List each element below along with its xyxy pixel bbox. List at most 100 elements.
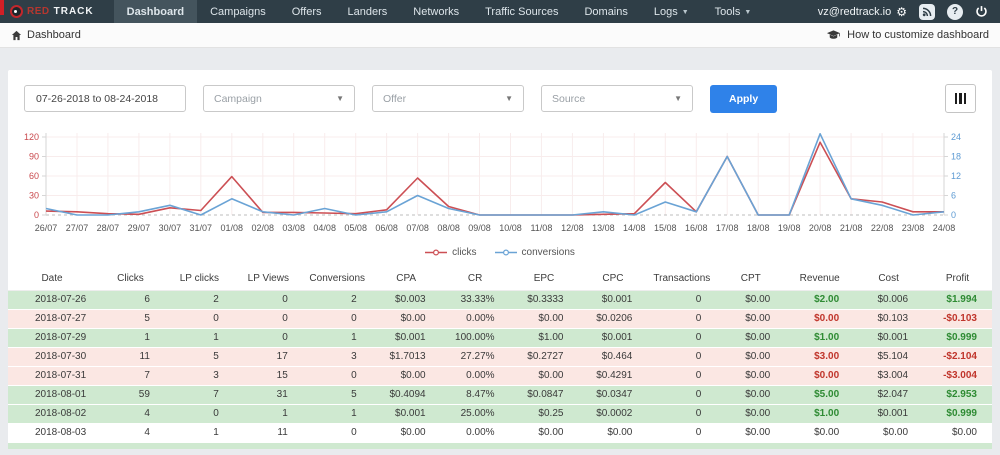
legend-marker-icon: [425, 249, 448, 256]
cell-revenue: $0.00: [814, 370, 840, 381]
cell-date: 2018-07-27: [35, 313, 87, 324]
nav-item-offers[interactable]: Offers: [279, 0, 335, 23]
cell-revenue: $3.00: [814, 351, 840, 362]
cell-cpc: $0.0206: [596, 313, 633, 324]
column-header-cr[interactable]: CR: [440, 267, 510, 291]
cell-cpt: $0.00: [745, 427, 771, 438]
cell-clicks: 6: [144, 294, 150, 305]
apply-button[interactable]: Apply: [710, 84, 778, 113]
cell-transactions: 0: [695, 294, 702, 305]
account-menu[interactable]: vz@redtrack.io ⚙: [818, 6, 907, 18]
svg-text:120: 120: [24, 132, 39, 142]
top-navbar: RED TRACK Dashboard Campaigns Offers Landers…: [0, 0, 1000, 23]
legend-item-clicks[interactable]: clicks: [425, 247, 477, 258]
cell-epc: $0.2727: [527, 351, 564, 362]
svg-text:06/08: 06/08: [375, 223, 398, 233]
column-header-revenue[interactable]: Revenue: [785, 267, 855, 291]
svg-text:12/08: 12/08: [561, 223, 584, 233]
cell-cr: 100.00%: [455, 332, 495, 343]
cell-lp-clicks: 0: [213, 313, 219, 324]
column-header-conversions[interactable]: Conversions: [302, 267, 372, 291]
nav-item-networks[interactable]: Networks: [400, 0, 472, 23]
svg-text:02/08: 02/08: [252, 223, 275, 233]
redtrack-logo-icon: [10, 5, 23, 18]
cell-cpa: $0.001: [395, 408, 426, 419]
cell-conversions: 0: [351, 370, 357, 381]
column-header-cpt[interactable]: CPT: [716, 267, 786, 291]
column-header-cpa[interactable]: CPA: [371, 267, 441, 291]
cell-cr: 25.00%: [460, 408, 495, 419]
nav-item-campaigns[interactable]: Campaigns: [197, 0, 279, 23]
column-header-date[interactable]: Date: [8, 267, 96, 291]
cell-clicks: 4: [144, 408, 150, 419]
cell-cpt: $0.00: [745, 351, 771, 362]
brand-logo[interactable]: RED TRACK: [0, 5, 114, 18]
cell-transactions: 0: [695, 427, 702, 438]
cell-cost: $0.006: [877, 294, 909, 305]
svg-text:31/07: 31/07: [190, 223, 213, 233]
cell-lp-clicks: 0: [213, 408, 219, 419]
cell-lp-clicks: 7: [213, 389, 219, 400]
power-icon[interactable]: [975, 5, 988, 18]
cell-cpt: $0.00: [745, 408, 771, 419]
cell-conversions: 0: [351, 427, 357, 438]
cell-clicks: 4: [144, 427, 150, 438]
legend-item-conversions[interactable]: conversions: [494, 247, 575, 258]
svg-text:11/08: 11/08: [530, 223, 552, 233]
cell-lp-clicks: 5: [213, 351, 219, 362]
cell-date: 2018-08-02: [35, 408, 87, 419]
cell-conversions: 2: [351, 294, 357, 305]
cell-cpa: $0.00: [400, 427, 426, 438]
nav-item-dashboard[interactable]: Dashboard: [113, 0, 198, 23]
gear-icon[interactable]: ⚙: [896, 6, 907, 18]
cell-cost: $5.104: [877, 351, 909, 362]
column-header-profit[interactable]: Profit: [923, 267, 992, 291]
nav-item-landers[interactable]: Landers: [335, 0, 401, 23]
cell-clicks: 7: [144, 370, 150, 381]
svg-text:03/08: 03/08: [282, 223, 305, 233]
column-header-transactions[interactable]: Transactions: [647, 267, 717, 291]
help-icon[interactable]: ?: [947, 3, 963, 20]
offer-select[interactable]: Offer ▼: [372, 85, 524, 112]
column-header-lp-clicks[interactable]: LP clicks: [164, 267, 234, 291]
rss-glyph-icon: [922, 7, 932, 16]
cell-cpc: $0.001: [601, 294, 633, 305]
cell-lp-views: 15: [276, 370, 288, 381]
customize-help-link[interactable]: How to customize dashboard: [826, 29, 989, 41]
nav-item-traffic-sources[interactable]: Traffic Sources: [472, 0, 571, 23]
svg-text:0: 0: [951, 210, 956, 220]
nav-item-tools[interactable]: Tools ▼: [702, 0, 765, 23]
cell-lp-views: 0: [282, 294, 288, 305]
svg-text:90: 90: [29, 152, 39, 162]
column-header-clicks[interactable]: Clicks: [96, 267, 165, 291]
table-row: 2018-07-29 1 1 0 1 $0.001 100.00% $1.00 $0.001 0 $…: [8, 328, 992, 347]
column-header-epc[interactable]: EPC: [509, 267, 579, 291]
campaign-select[interactable]: Campaign ▼: [203, 85, 355, 112]
svg-text:24/08: 24/08: [933, 223, 956, 233]
svg-text:21/08: 21/08: [840, 223, 863, 233]
source-select-placeholder: Source: [552, 92, 586, 105]
source-select[interactable]: Source ▼: [541, 85, 693, 112]
table-row: 2018-08-02 4 0 1 1 $0.001 25.00% $0.25 $0.0002 0 $…: [8, 404, 992, 423]
column-header-cpc[interactable]: CPC: [578, 267, 648, 291]
columns-toggle-button[interactable]: [945, 84, 976, 113]
table-header-row: Date Clicks LP clicks LP Views Conversions CP…: [8, 267, 992, 291]
cell-date: 2018-08-03: [35, 427, 87, 438]
cell-lp-clicks: 1: [213, 332, 219, 343]
nav-item-domains[interactable]: Domains: [571, 0, 640, 23]
chevron-down-icon: ▼: [674, 94, 682, 103]
cell-date: 2018-07-29: [35, 332, 87, 343]
svg-text:15/08: 15/08: [654, 223, 677, 233]
cell-cr: 33.33%: [460, 294, 495, 305]
rss-icon[interactable]: [919, 3, 935, 20]
chart-legend: clicks conversions: [8, 247, 992, 267]
cell-cost: $0.00: [883, 427, 909, 438]
svg-text:12: 12: [951, 171, 961, 181]
breadcrumb[interactable]: Dashboard: [11, 29, 81, 41]
cell-lp-views: 17: [276, 351, 288, 362]
nav-item-logs[interactable]: Logs ▼: [641, 0, 702, 23]
svg-text:29/07: 29/07: [128, 223, 151, 233]
column-header-lp-views[interactable]: LP Views: [233, 267, 303, 291]
date-range-input[interactable]: [24, 85, 186, 112]
column-header-cost[interactable]: Cost: [854, 267, 924, 291]
